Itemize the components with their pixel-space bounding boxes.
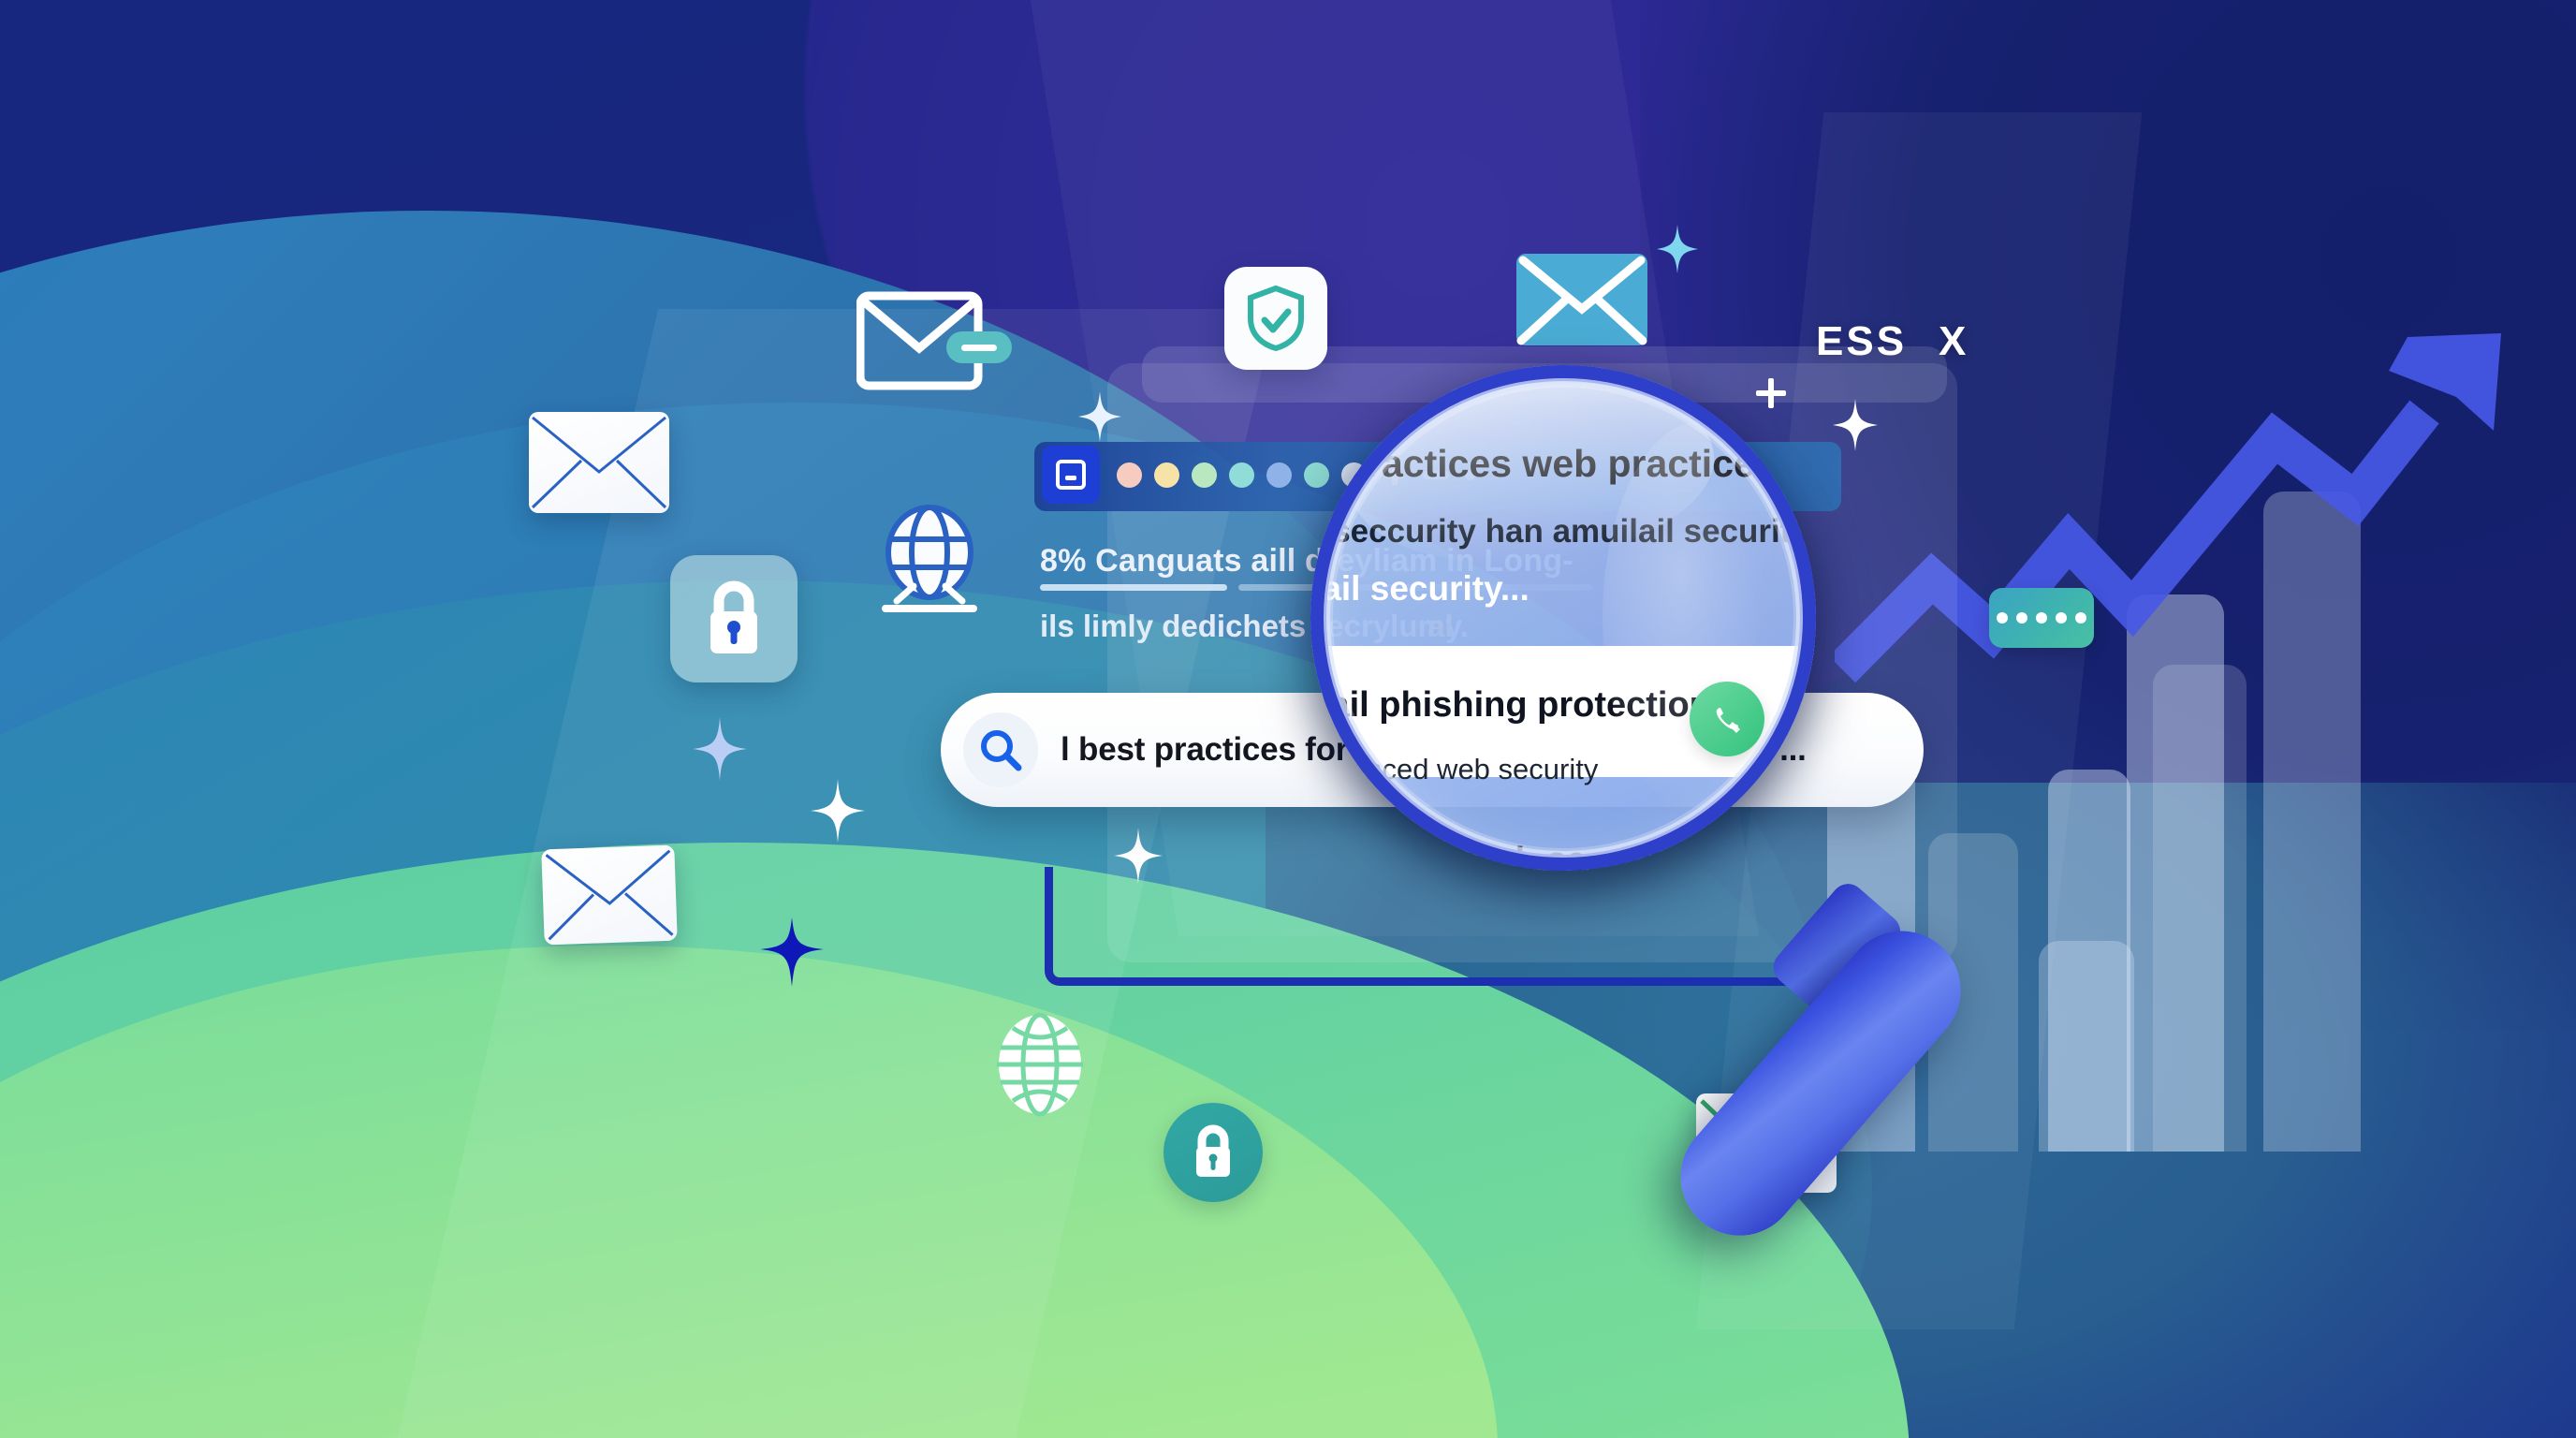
lock-tile-icon (670, 555, 798, 682)
lock-circle-icon (1164, 1103, 1263, 1202)
tab-dot[interactable] (1229, 462, 1254, 488)
password-dot (1997, 612, 2008, 624)
browser-frame-outline (1045, 867, 1867, 986)
magnifier[interactable]: … ІV′′ ail practices web practices e sec… (1310, 365, 1816, 871)
magnifier-inner-ring (1324, 378, 1803, 858)
envelope-white-icon-1 (529, 412, 669, 513)
password-dots-field[interactable] (1989, 588, 2094, 648)
tab-dot[interactable] (1266, 462, 1292, 488)
browser-rule-1 (1040, 584, 1227, 591)
envelope-minus-icon (856, 290, 1017, 401)
browser-window-icon[interactable] (1042, 446, 1100, 504)
illustration-canvas: ESS X 8% Canguats aill dreyliam in Long-… (0, 0, 2576, 1438)
sparkle-4point-2 (1078, 391, 1121, 442)
linkedin-icon[interactable]: in (1805, 683, 1816, 753)
password-dot (2075, 612, 2086, 624)
sparkle-4point-4 (693, 717, 747, 781)
envelope-blue-icon (1514, 251, 1650, 348)
sparkle-4point-3 (1833, 399, 1878, 451)
sparkle-4point-5 (811, 779, 865, 843)
password-dot (2056, 612, 2067, 624)
search-icon[interactable] (963, 712, 1038, 787)
sparkle-4point-6 (1114, 828, 1163, 884)
sparkle-plus-2 (760, 917, 824, 987)
globe-outline-icon (869, 504, 990, 618)
sparkle-4point-1 (1657, 225, 1698, 273)
envelope-white-icon-2 (541, 844, 678, 946)
password-dot (2036, 612, 2047, 624)
password-dot (2016, 612, 2027, 624)
globe-solid-icon (985, 1009, 1095, 1120)
tab-dot[interactable] (1154, 462, 1179, 488)
shield-check-icon (1224, 267, 1327, 370)
tab-dot[interactable] (1117, 462, 1142, 488)
tab-dot[interactable] (1192, 462, 1217, 488)
chart-bar-5 (2048, 770, 2130, 1152)
